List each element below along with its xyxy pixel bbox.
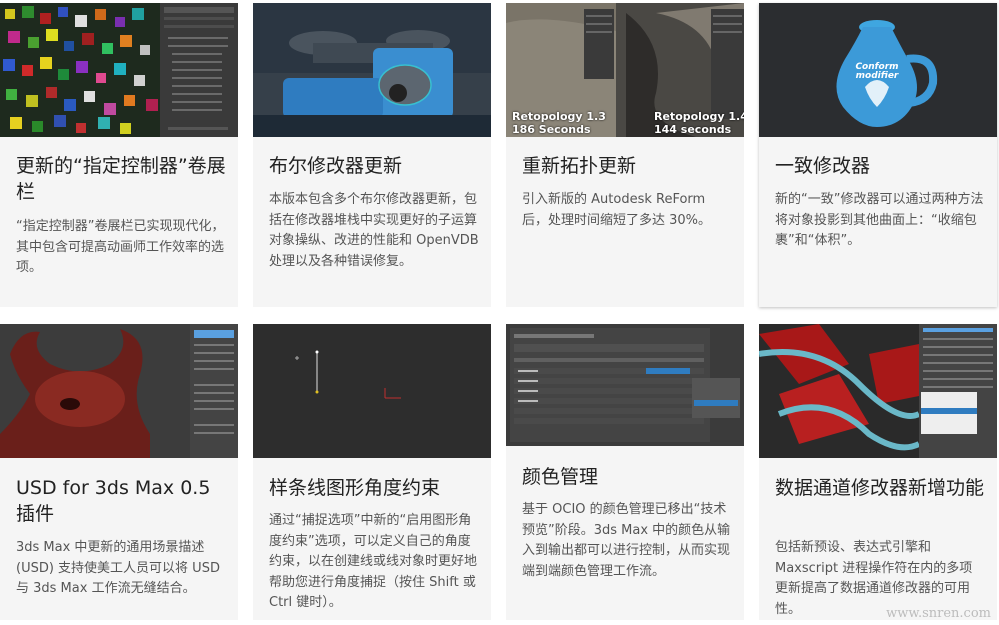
feature-card-spline-angle-constraint[interactable]: 样条线图形角度约束 通过“捕捉选项”中新的“启用图形角度约束”选项，可以定义自己… [253,324,491,620]
retopology-overlay-right: Retopology 1.4 144 seconds [654,110,744,136]
card-thumbnail [0,324,238,458]
feature-card-conform-modifier[interactable]: Conform modifier 一致修改器 新的“一致”修改器可以通过两种方法… [759,3,997,307]
retopology-overlay-left: Retopology 1.3 186 Seconds [512,110,606,136]
card-title: 颜色管理 [522,466,599,488]
card-title: 布尔修改器更新 [269,155,403,177]
feature-card-retopology[interactable]: Retopology 1.3 186 Seconds Retopology 1.… [506,3,744,307]
jug-label: Conform modifier [855,62,899,81]
feature-card-boolean-modifier[interactable]: 布尔修改器更新 本版本包含多个布尔修改器更新，包括在修改器堆栈中实现更好的子运算… [253,3,491,307]
spline-angle-screenshot [253,324,491,458]
feature-card-color-management[interactable]: 颜色管理 基于 OCIO 的颜色管理已移出“技术预览”阶段。3ds Max 中的… [506,324,744,620]
card-thumbnail [253,3,491,137]
card-thumbnail [0,3,238,137]
card-description: 引入新版的 Autodesk ReForm 后，处理时间缩短了多达 30%。 [522,192,712,228]
card-title: USD for 3ds Max 0.5 插件 [16,477,211,525]
usd-plugin-screenshot [0,324,238,458]
color-management-screenshot [506,324,744,446]
card-thumbnail [759,324,997,458]
card-description: 基于 OCIO 的颜色管理已移出“技术预览”阶段。3ds Max 中的颜色从输入… [522,502,731,579]
card-title: 数据通道修改器新增功能 [775,477,985,499]
card-thumbnail [253,324,491,458]
card-title: 重新拓扑更新 [522,155,637,177]
data-channel-screenshot [759,324,997,458]
feature-card-usd-plugin[interactable]: USD for 3ds Max 0.5 插件 3ds Max 中更新的通用场景描… [0,324,238,620]
card-description: 本版本包含多个布尔修改器更新，包括在修改器堆栈中实现更好的子运算对象操纵、改进的… [269,192,479,269]
feature-card-assign-controller[interactable]: 更新的“指定控制器”卷展栏 “指定控制器”卷展栏已实现现代化，其中包含可提高动画… [0,3,238,307]
card-description: 3ds Max 中更新的通用场景描述 (USD) 支持使美工人员可以将 USD … [16,540,220,596]
card-description: 通过“捕捉选项”中新的“启用图形角度约束”选项，可以定义自己的角度约束，以在创建… [269,513,478,610]
card-title: 一致修改器 [775,155,871,177]
card-title: 样条线图形角度约束 [269,477,441,499]
card-thumbnail [506,324,744,446]
card-description: “指定控制器”卷展栏已实现现代化，其中包含可提高动画师工作效率的选项。 [16,219,225,275]
card-thumbnail: Conform modifier [759,3,997,137]
card-thumbnail: Retopology 1.3 186 Seconds Retopology 1.… [506,3,744,137]
assign-controller-screenshot [0,3,238,137]
feature-card-data-channel-modifier[interactable]: 数据通道修改器新增功能 包括新预设、表达式引擎和 Maxscript 进程操作符… [759,324,997,620]
watermark: www.snren.com [886,606,991,621]
card-title: 更新的“指定控制器”卷展栏 [16,155,226,203]
card-description: 新的“一致”修改器可以通过两种方法将对象投影到其他曲面上：“收缩包裹”和“体积”… [775,192,984,248]
boolean-modifier-screenshot [253,3,491,137]
